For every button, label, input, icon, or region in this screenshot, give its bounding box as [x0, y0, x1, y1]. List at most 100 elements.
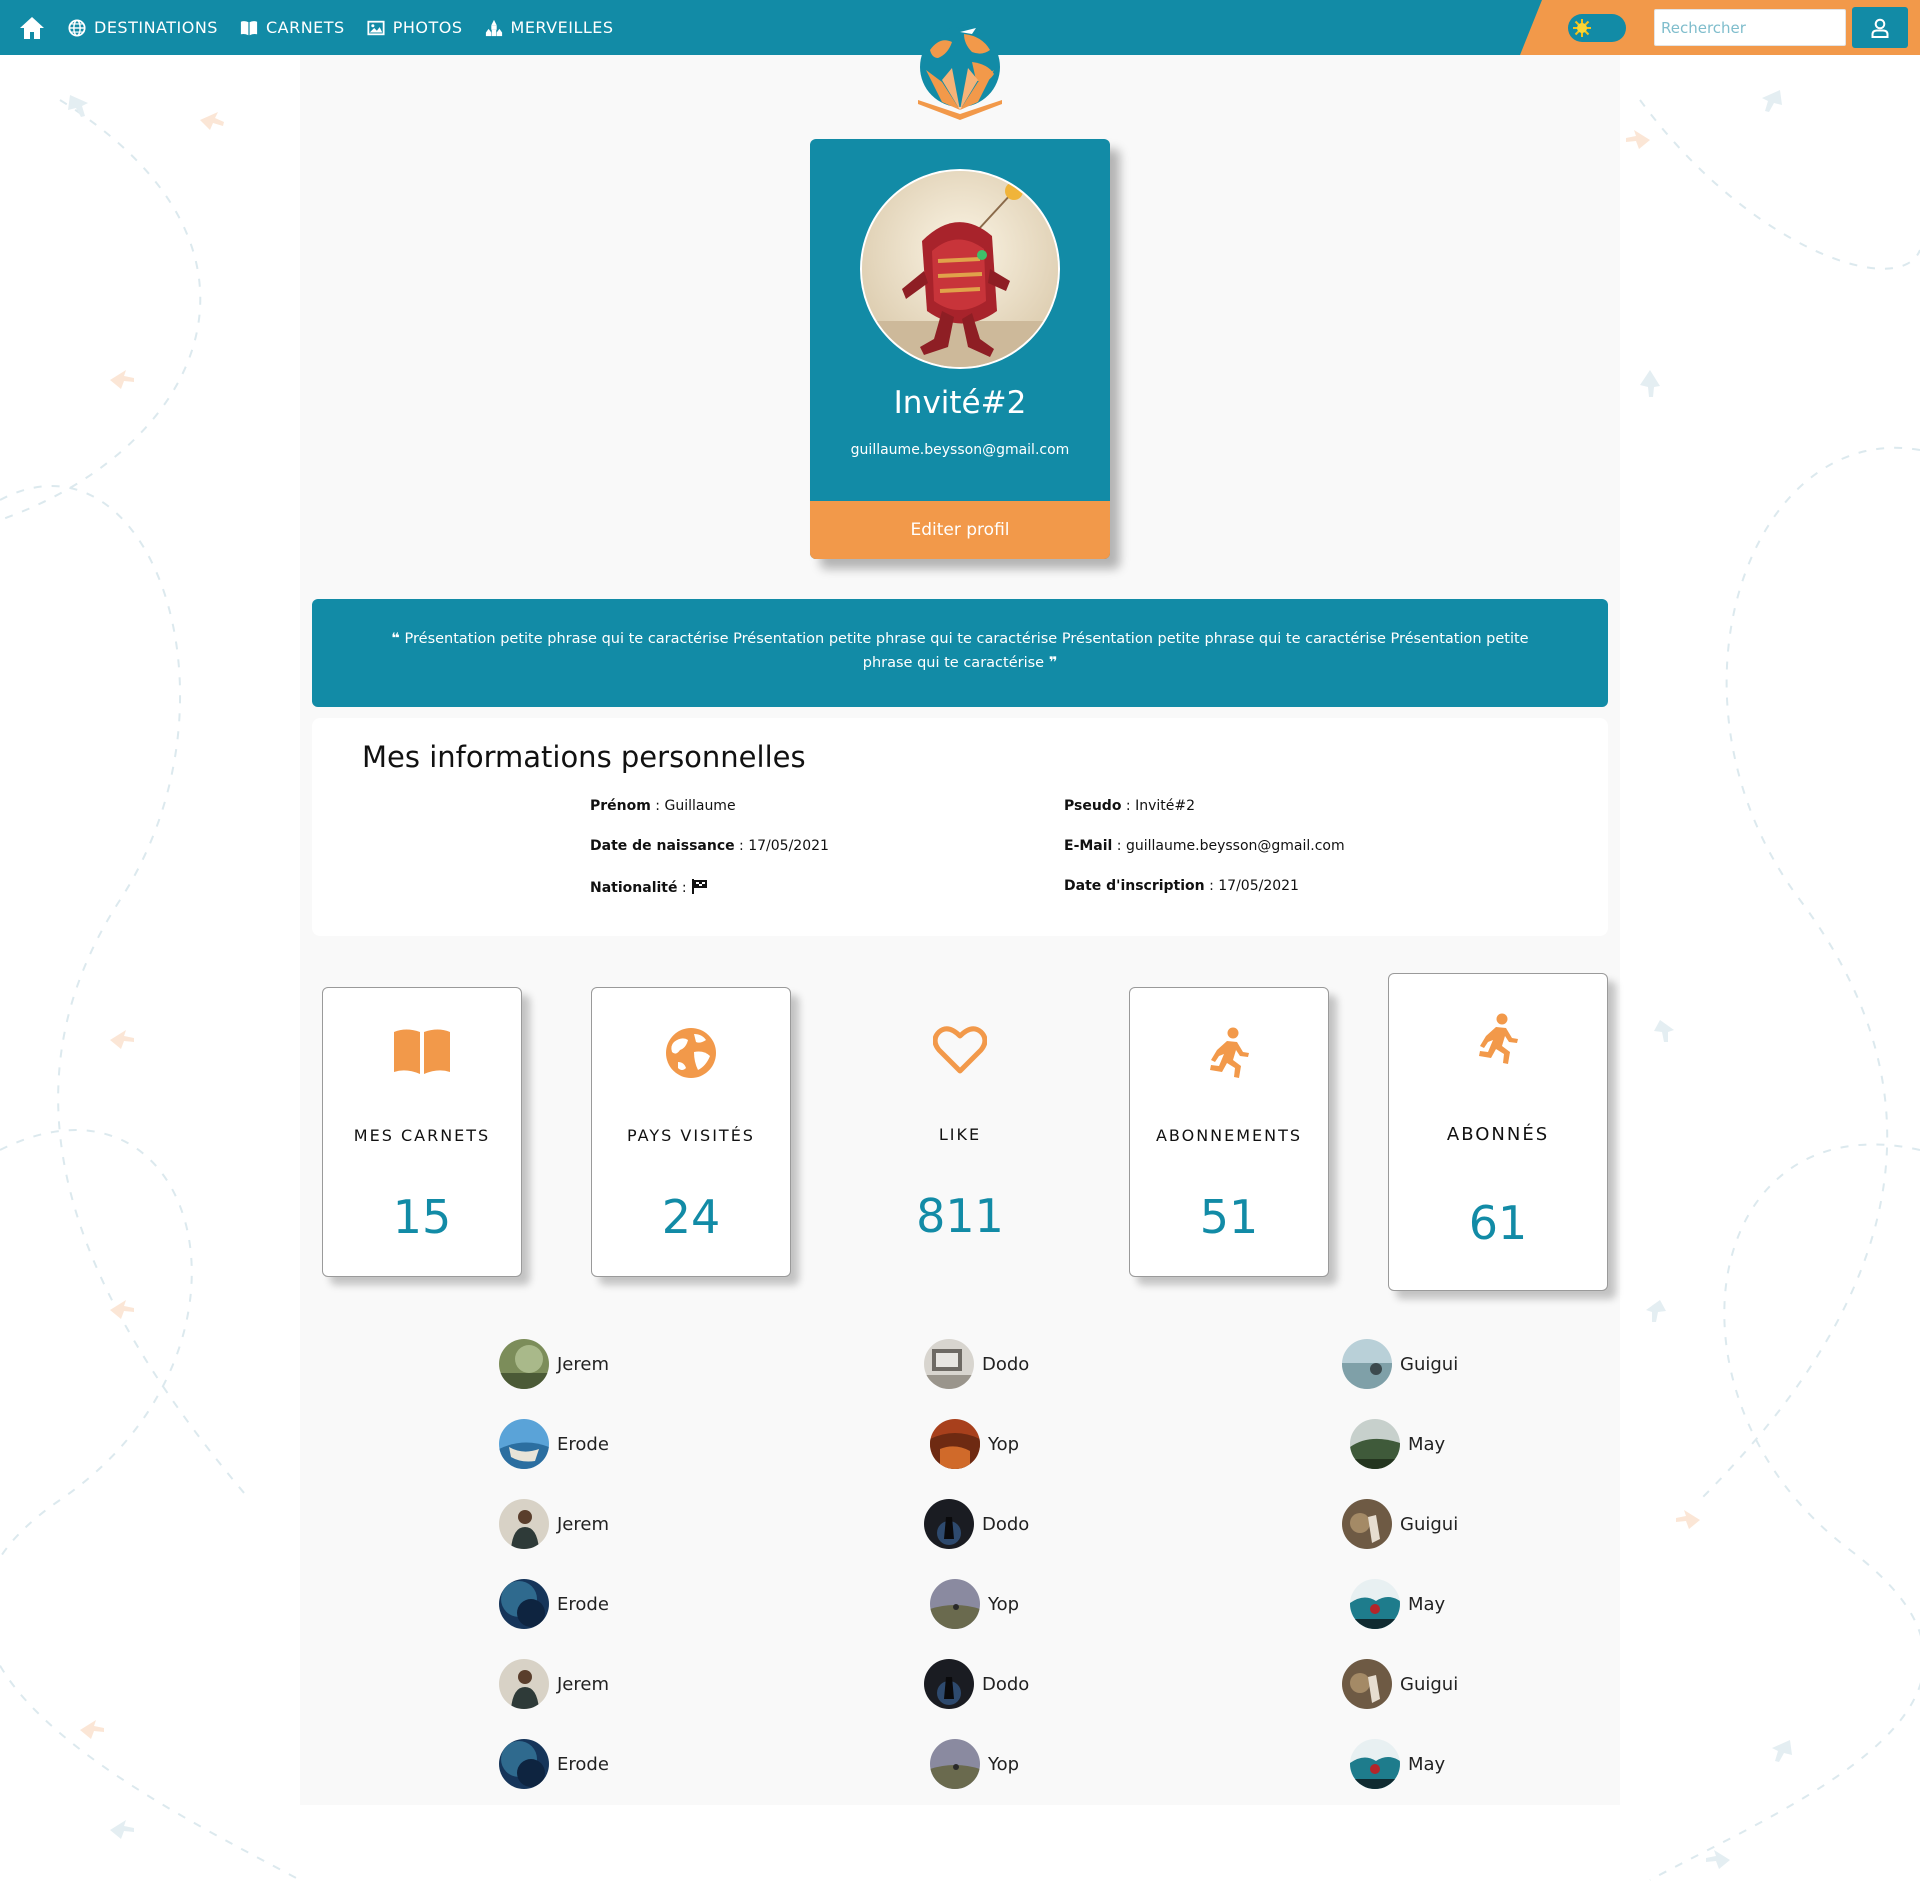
friend-item[interactable]: Erode — [499, 1419, 609, 1469]
nav-menu: DESTINATIONS CARNETS PHOTOS MERVEILLES — [18, 0, 614, 55]
friend-item[interactable]: May — [1350, 1419, 1445, 1469]
friend-name: Jerem — [557, 1673, 609, 1695]
friend-name: May — [1408, 1753, 1446, 1775]
quote-open-icon: ❝ — [391, 631, 400, 647]
stat-label: LIKE — [938, 1125, 982, 1144]
info-nationality: Nationalité : — [590, 878, 709, 896]
nav-link-label: DESTINATIONS — [94, 18, 218, 37]
stat-card-followers[interactable]: ABONNÉS 61 — [1388, 973, 1608, 1291]
stat-value: 15 — [392, 1190, 452, 1244]
theme-toggle[interactable] — [1568, 14, 1626, 42]
stat-card-carnets[interactable]: MES CARNETS 15 — [322, 987, 522, 1277]
info-value: Guillaume — [664, 798, 736, 814]
info-signup-date: Date d'inscription : 17/05/2021 — [1064, 878, 1299, 894]
friend-avatar — [499, 1339, 549, 1389]
stat-card-likes[interactable]: LIKE 811 — [860, 987, 1060, 1277]
info-label: Prénom — [590, 798, 651, 814]
friend-item[interactable]: Jerem — [499, 1659, 609, 1709]
friend-avatar — [499, 1739, 549, 1789]
friend-avatar — [924, 1339, 974, 1389]
stat-card-countries[interactable]: PAYS VISITÉS 24 — [591, 987, 791, 1277]
friend-name: Dodo — [982, 1353, 1030, 1375]
friend-name: Yop — [988, 1593, 1020, 1615]
info-email: E-Mail : guillaume.beysson@gmail.com — [1064, 838, 1345, 854]
site-logo[interactable] — [912, 22, 1008, 122]
friend-name: Yop — [988, 1753, 1020, 1775]
friend-avatar — [499, 1499, 549, 1549]
nav-link-destinations[interactable]: DESTINATIONS — [68, 18, 218, 37]
user-icon — [1871, 18, 1889, 38]
info-value: Invité#2 — [1135, 798, 1195, 814]
friend-name: Guigui — [1400, 1673, 1459, 1695]
flag-icon — [692, 879, 708, 894]
info-label: Date de naissance — [590, 838, 735, 854]
friend-avatar — [930, 1739, 980, 1789]
friend-avatar — [499, 1659, 549, 1709]
info-birth-date: Date de naissance : 17/05/2021 — [590, 838, 829, 854]
personal-info-title: Mes informations personnelles — [362, 740, 806, 774]
profile-page-content: Invité#2 guillaume.beysson@gmail.com Edi… — [300, 55, 1620, 1805]
nav-home-link[interactable] — [18, 14, 46, 42]
friend-avatar — [924, 1659, 974, 1709]
nav-link-merveilles[interactable]: MERVEILLES — [485, 18, 614, 37]
friend-item[interactable]: Jerem — [499, 1499, 609, 1549]
friend-item[interactable]: Erode — [499, 1739, 609, 1789]
info-value: 17/05/2021 — [1218, 878, 1299, 894]
profile-email: guillaume.beysson@gmail.com — [850, 442, 1070, 458]
running-icon — [1210, 1027, 1249, 1078]
friend-item[interactable]: Dodo — [924, 1499, 1029, 1549]
friend-item[interactable]: Erode — [499, 1579, 609, 1629]
edit-profile-button[interactable]: Editer profil — [810, 501, 1110, 559]
friend-avatar — [924, 1499, 974, 1549]
globe-icon — [68, 18, 86, 37]
nav-link-carnets[interactable]: CARNETS — [240, 18, 345, 37]
info-label: Date d'inscription — [1064, 878, 1205, 894]
friend-avatar — [1350, 1739, 1400, 1789]
friend-item[interactable]: Dodo — [924, 1659, 1029, 1709]
info-label: Pseudo — [1064, 798, 1122, 814]
friend-name: Jerem — [557, 1513, 609, 1535]
friend-item[interactable]: Yop — [930, 1419, 1019, 1469]
earth-icon — [666, 1028, 716, 1078]
friend-name: Dodo — [982, 1673, 1030, 1695]
home-icon — [20, 16, 44, 39]
friend-item[interactable]: May — [1350, 1739, 1445, 1789]
friend-avatar — [499, 1419, 549, 1469]
info-label: Nationalité — [590, 880, 678, 896]
quote-close-icon: ❞ — [1048, 655, 1058, 671]
search-input[interactable] — [1654, 9, 1846, 46]
friend-avatar — [1350, 1579, 1400, 1629]
info-value: 17/05/2021 — [748, 838, 829, 854]
friend-item[interactable]: May — [1350, 1579, 1445, 1629]
monument-icon — [485, 19, 502, 36]
image-icon — [367, 20, 385, 35]
nav-link-label: PHOTOS — [392, 18, 463, 37]
friend-item[interactable]: Jerem — [499, 1339, 609, 1389]
stat-card-subscriptions[interactable]: ABONNEMENTS 51 — [1129, 987, 1329, 1277]
info-label: E-Mail — [1064, 838, 1113, 854]
friend-item[interactable]: Guigui — [1342, 1499, 1458, 1549]
book-open-icon — [394, 1029, 450, 1074]
presentation-box: ❝ Présentation petite phrase qui te cara… — [312, 599, 1608, 707]
stat-label: PAYS VISITÉS — [627, 1126, 755, 1145]
friend-name: Erode — [557, 1753, 609, 1775]
friend-item[interactable]: Guigui — [1342, 1659, 1458, 1709]
presentation-text: Présentation petite phrase qui te caract… — [404, 631, 1529, 671]
stat-value: 51 — [1199, 1190, 1259, 1244]
user-account-button[interactable] — [1852, 7, 1908, 48]
stat-value: 61 — [1468, 1196, 1528, 1250]
personal-info-section: Mes informations personnelles Prénom : G… — [312, 718, 1608, 936]
friend-name: Yop — [988, 1433, 1020, 1455]
nav-link-label: CARNETS — [265, 18, 345, 37]
book-icon — [240, 20, 258, 35]
friend-item[interactable]: Dodo — [924, 1339, 1029, 1389]
friend-item[interactable]: Guigui — [1342, 1339, 1458, 1389]
profile-avatar — [860, 169, 1060, 369]
friend-name: Jerem — [557, 1353, 609, 1375]
heart-icon — [933, 1026, 987, 1074]
stat-label: ABONNÉS — [1446, 1124, 1550, 1145]
friend-item[interactable]: Yop — [930, 1579, 1019, 1629]
friend-name: Dodo — [982, 1513, 1030, 1535]
nav-link-photos[interactable]: PHOTOS — [367, 18, 463, 37]
friend-item[interactable]: Yop — [930, 1739, 1019, 1789]
